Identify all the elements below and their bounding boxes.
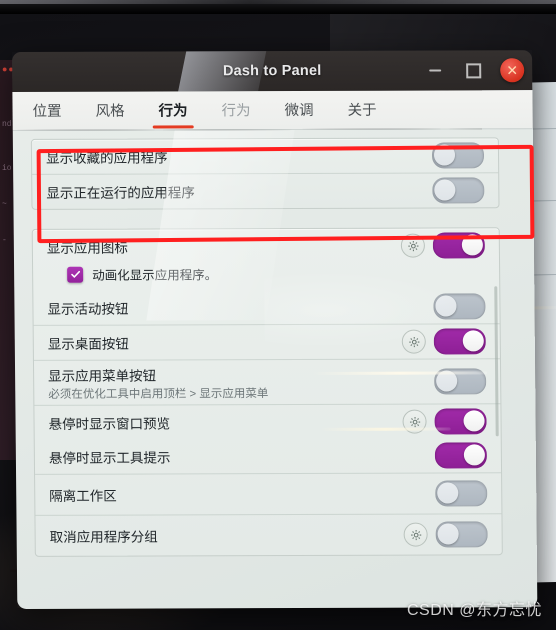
row-controls [400,232,486,259]
toggle-knob [433,144,456,166]
maximize-button[interactable] [462,59,484,81]
tab-behavior[interactable]: 行为 [156,93,189,128]
row-isolate-workspaces[interactable]: 隔离工作区 [35,472,502,515]
terminal-line: io [2,164,12,173]
toggle-knob [435,295,457,317]
toggle-hover-tooltip[interactable] [434,442,488,469]
toggle-knob [463,444,485,466]
row-label: 隔离工作区 [49,488,117,504]
toggle-knob [462,330,484,352]
tab-finetune[interactable]: 微调 [282,92,315,127]
tab-about[interactable]: 关于 [345,92,378,127]
toggle-knob [437,523,459,545]
row-hover-window-preview[interactable]: 悬停时显示窗口预览 [34,403,501,440]
checkbox-animate-apps[interactable] [67,266,84,283]
row-show-running-apps[interactable]: 显示正在运行的应用程序 [32,172,499,209]
row-label: 显示桌面按钮 [47,336,129,352]
toggle-hover-window-preview[interactable] [434,408,487,435]
window-title: Dash to Panel [222,62,322,80]
toggle-knob [436,370,458,392]
toggle-knob [461,234,483,256]
row-controls [434,442,488,469]
toggle-show-favorite-apps[interactable] [431,142,485,169]
row-text: 显示桌面按钮 [48,332,402,353]
row-sublabel: 必须在优化工具中启用顶栏 > 显示应用菜单 [48,387,269,401]
row-label: 显示活动按钮 [47,301,129,317]
row-controls [401,328,486,355]
watermark: CSDN @东方忘忧 [406,602,542,619]
gear-icon[interactable] [403,522,428,547]
toggle-ungroup-applications[interactable] [435,521,488,548]
row-text: 显示正在运行的应用程序 [46,181,432,202]
row-text: 显示活动按钮 [47,297,433,318]
row-controls [433,293,486,320]
minimize-icon [429,69,442,72]
row-label: 悬停时显示窗口预览 [48,416,171,432]
row-controls [434,368,487,395]
gear-icon[interactable] [402,409,427,434]
maximize-icon [465,62,481,78]
row-show-app-menu-button[interactable]: 显示应用菜单按钮 必须在优化工具中启用顶栏 > 显示应用菜单 [33,358,501,405]
row-label: 取消应用程序分组 [49,529,158,545]
gear-icon[interactable] [400,233,425,258]
row-show-app-icons[interactable]: 显示应用图标 [33,228,499,264]
row-text: 取消应用程序分组 [50,525,404,546]
row-label: 显示正在运行的应用程序 [46,185,195,201]
toggle-show-desktop-button[interactable] [433,328,486,355]
window-controls: ✕ [424,50,525,90]
row-label: 悬停时显示工具提示 [48,450,171,466]
bezel-glint [0,0,556,4]
row-text: 隔离工作区 [49,484,435,505]
row-label: 显示应用图标 [46,240,128,256]
toggle-knob [437,482,459,504]
row-text: 显示应用图标 [47,236,401,257]
gear-icon[interactable] [401,329,426,354]
row-controls [435,480,488,507]
row-text: 显示应用菜单按钮 必须在优化工具中启用顶栏 > 显示应用菜单 [48,363,434,401]
row-text: 悬停时显示工具提示 [49,446,435,467]
row-show-favorite-apps[interactable]: 显示收藏的应用程序 [32,138,498,174]
row-label: 显示收藏的应用程序 [45,150,168,166]
tab-position[interactable]: 位置 [30,93,63,128]
row-controls [431,142,485,169]
toggle-knob [434,179,456,201]
terminal-line: nd [2,120,12,129]
row-ungroup-applications[interactable]: 取消应用程序分组 [35,513,502,556]
tab-behavior-2[interactable]: 行为 [219,93,252,128]
terminal-line: - [2,236,7,245]
toggle-show-app-menu-button[interactable] [434,368,487,395]
row-controls [402,408,487,435]
minimize-button[interactable] [424,59,446,81]
close-button[interactable]: ✕ [500,58,525,83]
row-text: 悬停时显示窗口预览 [48,412,402,433]
toggle-show-app-icons[interactable] [432,232,486,259]
row-hover-tooltip[interactable]: 悬停时显示工具提示 [35,438,501,474]
row-controls [432,177,485,204]
toggle-isolate-workspaces[interactable] [435,480,488,507]
row-label: 显示应用菜单按钮 [48,367,157,384]
settings-body: 显示收藏的应用程序 显示正在运行的应用程序 显示应用图标 动画化显示应用程序。 … [12,129,538,609]
row-show-desktop-button[interactable]: 显示桌面按钮 [33,323,500,360]
settings-group-top: 显示收藏的应用程序 显示正在运行的应用程序 [30,137,500,210]
window-titlebar[interactable]: Dash to Panel ✕ [12,50,533,92]
checkbox-label: 动画化显示应用程序。 [92,268,218,283]
tab-bar: 位置 风格 行为 行为 微调 关于 [12,90,533,131]
dash-to-panel-window: Dash to Panel ✕ 位置 风格 行为 行为 微调 关于 显示收藏的应… [12,50,538,609]
toggle-knob [463,410,485,432]
settings-group-main: 显示应用图标 动画化显示应用程序。 显示活动按钮 显示桌面按钮 显示应用菜单按钮… [31,227,503,557]
row-text: 显示收藏的应用程序 [46,146,432,167]
row-show-activities-button[interactable]: 显示活动按钮 [33,289,499,325]
toggle-show-running-apps[interactable] [432,177,485,204]
toggle-show-activities-button[interactable] [433,293,486,320]
row-controls [403,521,488,548]
tab-style[interactable]: 风格 [93,93,126,128]
checkbox-row-animate-apps[interactable]: 动画化显示应用程序。 [33,262,499,291]
terminal-line: ~ [2,200,7,209]
